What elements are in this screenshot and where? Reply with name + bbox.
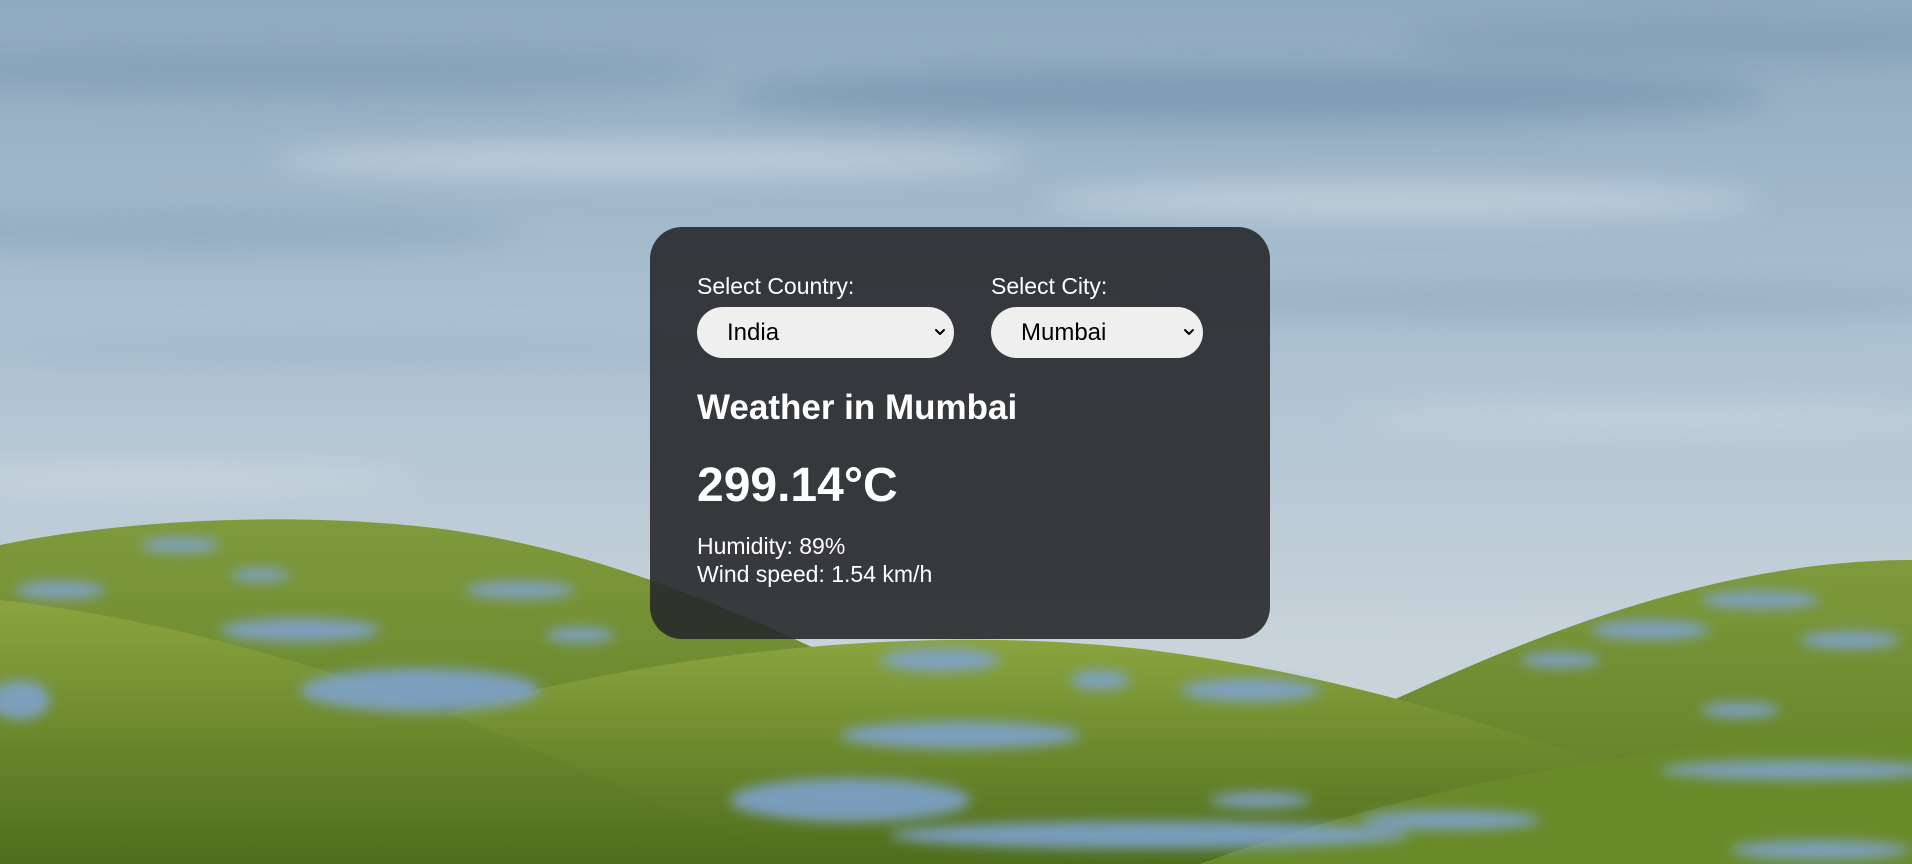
humidity-text: Humidity: 89% xyxy=(697,533,846,559)
country-select[interactable]: India xyxy=(697,307,954,358)
city-select-label: Select City: xyxy=(991,273,1108,299)
wind-speed-text: Wind speed: 1.54 km/h xyxy=(697,561,933,587)
country-selector-group: Select Country: India xyxy=(697,273,954,358)
page-root: Select Country: India Select City: Mumba… xyxy=(0,0,1912,864)
city-selector-group: Select City: Mumbai xyxy=(991,273,1203,358)
chevron-down-icon xyxy=(935,329,945,335)
weather-title: Weather in Mumbai xyxy=(697,388,1018,427)
city-select[interactable]: Mumbai xyxy=(991,307,1203,358)
city-select-value: Mumbai xyxy=(1021,319,1107,346)
country-select-value: India xyxy=(727,319,780,346)
selectors-row: Select Country: India Select City: Mumba… xyxy=(697,273,1223,358)
temperature-value: 299.14°C xyxy=(697,459,898,512)
chevron-down-icon xyxy=(1184,329,1194,335)
country-select-label: Select Country: xyxy=(697,273,855,299)
weather-card: Select Country: India Select City: Mumba… xyxy=(650,227,1270,639)
